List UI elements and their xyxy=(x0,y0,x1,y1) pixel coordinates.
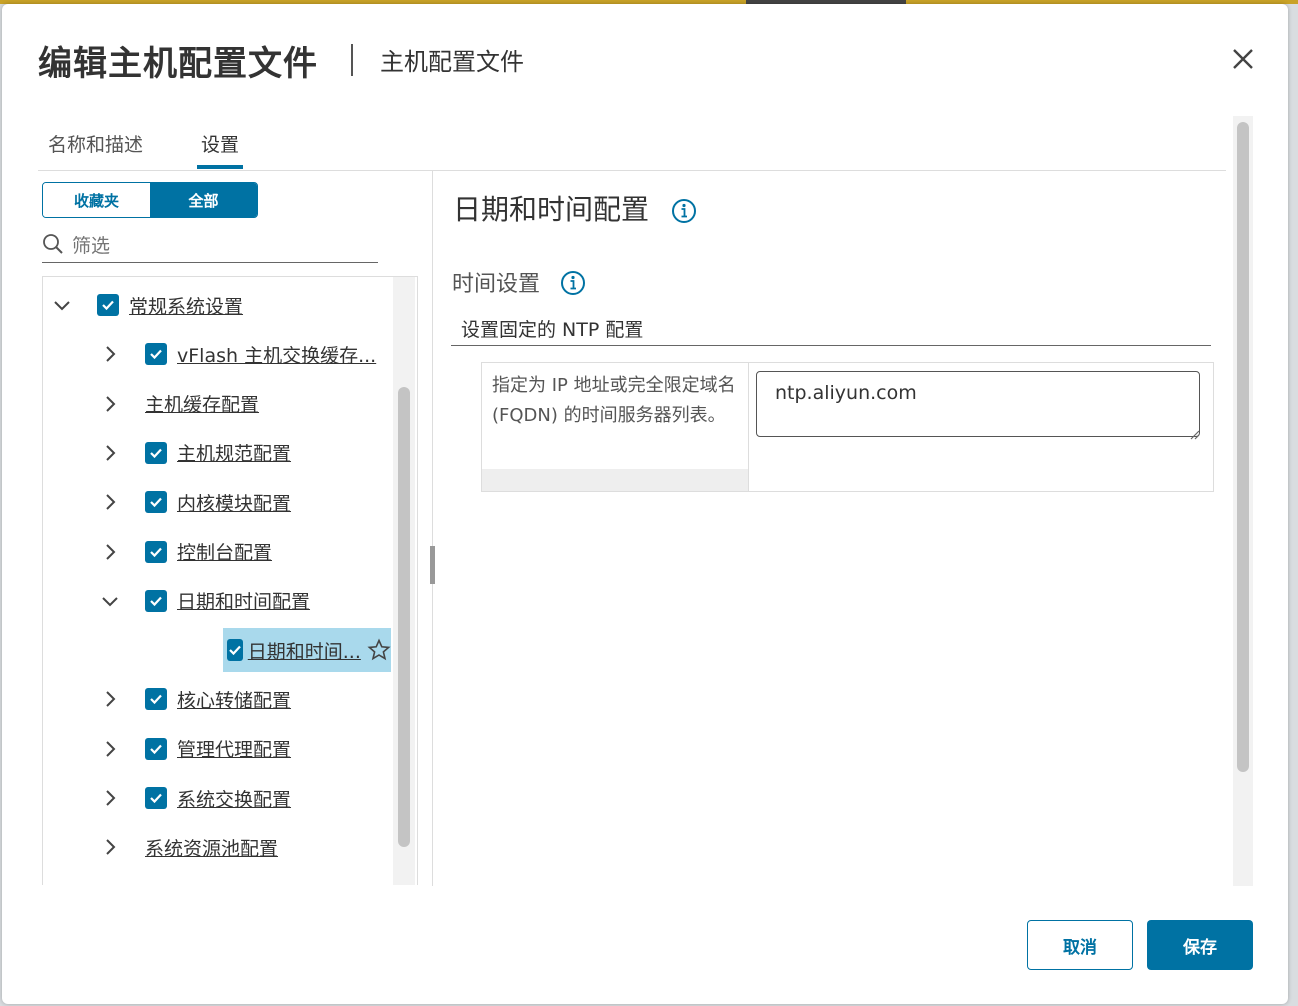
pane-title: 日期和时间配置 xyxy=(453,193,650,226)
tree-item-label[interactable]: 日期和时间配置 xyxy=(177,587,310,614)
right-pane-scrollbar-thumb[interactable] xyxy=(1237,122,1249,772)
ntp-form: 指定为 IP 地址或完全限定域名 (FQDN) 的时间服务器列表。 xyxy=(481,362,1214,492)
chevron-down-icon[interactable] xyxy=(51,294,73,316)
checkbox-checked[interactable] xyxy=(145,787,167,809)
checkbox-checked[interactable] xyxy=(227,639,244,662)
info-icon[interactable] xyxy=(671,198,697,224)
close-icon[interactable] xyxy=(1228,44,1258,74)
tree-scrollbar-thumb[interactable] xyxy=(398,387,410,847)
tree-item[interactable]: 系统资源池配置 xyxy=(99,825,278,869)
time-settings-info-icon[interactable] xyxy=(560,270,586,296)
chevron-right-icon[interactable] xyxy=(99,541,121,563)
ntp-server-input[interactable] xyxy=(756,371,1200,437)
tree-item[interactable]: 内核模块配置 xyxy=(99,480,291,524)
tree-item[interactable]: 管理代理配置 xyxy=(99,727,291,771)
checkbox-checked[interactable] xyxy=(145,343,167,366)
chevron-right-icon[interactable] xyxy=(99,442,121,464)
chevron-right-icon[interactable] xyxy=(99,738,121,760)
favorites-all-toggle: 收藏夹 全部 xyxy=(42,182,258,218)
ntp-section-label: 设置固定的 NTP 配置 xyxy=(461,319,644,341)
tree-item[interactable]: 常规系统设置 xyxy=(51,283,243,327)
tree-item[interactable]: 系统交换配置 xyxy=(99,776,291,820)
chevron-right-icon[interactable] xyxy=(99,393,121,415)
tree-item-label[interactable]: 管理代理配置 xyxy=(177,735,291,762)
checkbox-checked[interactable] xyxy=(145,589,167,612)
tree-item-label[interactable]: 控制台配置 xyxy=(177,538,272,565)
ntp-section-header: 设置固定的 NTP 配置 xyxy=(451,307,1211,346)
checkbox-checked[interactable] xyxy=(145,540,167,563)
pane-resize-handle[interactable] xyxy=(430,546,435,584)
chevron-right-icon[interactable] xyxy=(99,836,121,858)
ntp-field-description-cell: 指定为 IP 地址或完全限定域名 (FQDN) 的时间服务器列表。 xyxy=(482,363,749,491)
dialog-subtitle: 主机配置文件 xyxy=(380,48,524,76)
tree-item-label[interactable]: 系统资源池配置 xyxy=(145,834,278,861)
tab-bar: 名称和描述 设置 xyxy=(38,114,1226,171)
pane-divider xyxy=(432,170,433,886)
tree-item[interactable]: 控制台配置 xyxy=(99,530,272,574)
tree-item[interactable]: 主机规范配置 xyxy=(99,431,291,475)
tab-settings[interactable]: 设置 xyxy=(196,130,244,169)
star-icon[interactable] xyxy=(367,638,391,662)
chevron-right-icon[interactable] xyxy=(99,491,121,513)
settings-tree: 常规系统设置 vFlash 主机交换缓存... 主机缓存配置主机规范配置 内核模块配置… xyxy=(42,276,418,885)
checkbox-checked[interactable] xyxy=(145,491,167,514)
checkbox-checked[interactable] xyxy=(97,294,119,316)
tree-item-label[interactable]: 内核模块配置 xyxy=(177,489,291,516)
dialog-title: 编辑主机配置文件 xyxy=(38,44,318,84)
filter-box xyxy=(42,230,378,263)
favorites-button[interactable]: 收藏夹 xyxy=(43,183,150,217)
chevron-right-icon[interactable] xyxy=(99,688,121,710)
checkbox-checked[interactable] xyxy=(145,441,167,464)
tree-item-label[interactable]: vFlash 主机交换缓存... xyxy=(177,341,376,368)
tree-item-label[interactable]: 主机规范配置 xyxy=(177,439,291,466)
save-button[interactable]: 保存 xyxy=(1147,920,1253,970)
time-settings-label: 时间设置 xyxy=(452,272,541,297)
edit-host-profile-dialog: 编辑主机配置文件 主机配置文件 名称和描述 设置 收藏夹 全部 常规系统设置 vF… xyxy=(2,4,1288,1004)
all-button[interactable]: 全部 xyxy=(150,183,257,217)
cancel-button[interactable]: 取消 xyxy=(1027,920,1133,970)
tree-item[interactable]: 日期和时间配置 xyxy=(99,579,310,623)
tree-item-label[interactable]: 日期和时间... xyxy=(248,637,361,664)
tree-item[interactable]: vFlash 主机交换缓存... xyxy=(99,332,376,376)
tree-item[interactable]: 主机缓存配置 xyxy=(99,382,259,426)
chevron-down-icon[interactable] xyxy=(99,590,121,612)
chevron-right-icon[interactable] xyxy=(99,787,121,809)
textarea-resize-icon[interactable] xyxy=(1190,425,1200,440)
checkbox-checked[interactable] xyxy=(145,688,167,711)
tree-item-label[interactable]: 常规系统设置 xyxy=(129,292,243,319)
tree-item[interactable]: 核心转储配置 xyxy=(99,677,291,721)
chevron-right-icon[interactable] xyxy=(99,343,121,365)
tree-item-label[interactable]: 主机缓存配置 xyxy=(145,390,259,417)
search-icon xyxy=(42,233,64,259)
title-separator xyxy=(351,44,353,76)
tree-item-label[interactable]: 核心转储配置 xyxy=(177,686,291,713)
filter-input[interactable] xyxy=(70,234,354,258)
right-pane-scrollbar[interactable] xyxy=(1233,116,1253,886)
tree-item-label[interactable]: 系统交换配置 xyxy=(177,785,291,812)
tree-item-selected[interactable]: 日期和时间... xyxy=(223,628,391,673)
checkbox-checked[interactable] xyxy=(145,737,167,760)
tree-scrollbar[interactable] xyxy=(393,277,415,885)
tab-name-description[interactable]: 名称和描述 xyxy=(48,130,143,157)
ntp-field-description: 指定为 IP 地址或完全限定域名 (FQDN) 的时间服务器列表。 xyxy=(492,375,736,426)
